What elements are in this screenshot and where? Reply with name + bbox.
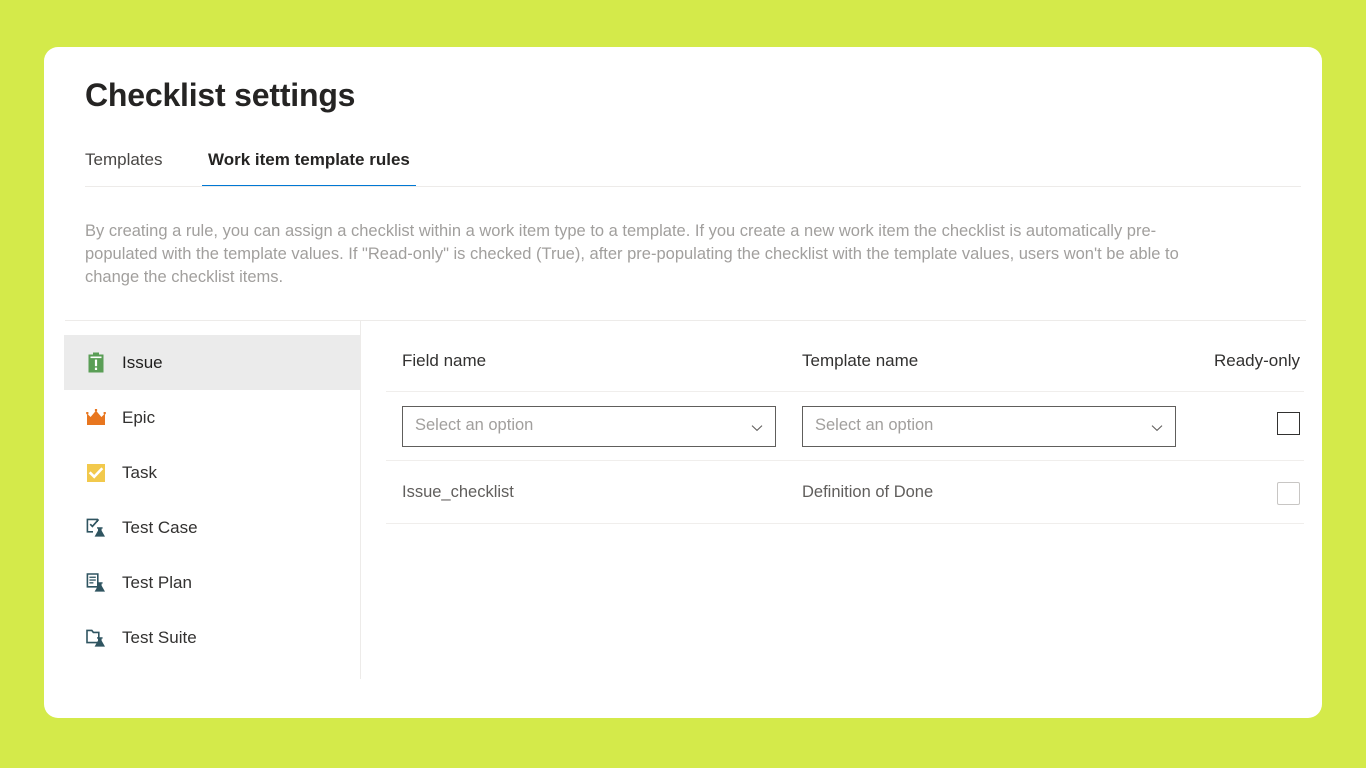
issue-clipboard-icon	[84, 351, 108, 375]
table-header-row: Field name Template name Ready-only	[386, 335, 1304, 391]
column-header-template-name: Template name	[802, 351, 918, 371]
tab-work-item-template-rules[interactable]: Work item template rules	[202, 143, 416, 187]
table-row: Issue_checklist Definition of Done	[386, 461, 1304, 523]
sidebar-item-test-case[interactable]: Test Case	[64, 500, 360, 555]
sidebar-item-epic[interactable]: Epic	[64, 390, 360, 445]
sidebar-item-test-plan[interactable]: Test Plan	[64, 555, 360, 610]
sidebar-item-issue-label: Issue	[122, 353, 163, 373]
crown-icon	[84, 406, 108, 430]
sidebar-item-test-case-label: Test Case	[122, 518, 198, 538]
cell-template-name: Definition of Done	[802, 483, 933, 502]
ready-only-checkbox-row[interactable]	[1277, 482, 1300, 505]
test-suite-icon	[84, 626, 108, 650]
sidebar-item-test-suite[interactable]: Test Suite	[64, 610, 360, 665]
page-title: Checklist settings	[85, 77, 355, 114]
tab-templates-label: Templates	[85, 150, 162, 169]
cell-field-name: Issue_checklist	[402, 483, 514, 502]
chevron-down-icon	[749, 420, 765, 436]
sidebar-item-test-suite-label: Test Suite	[122, 628, 197, 648]
tab-work-item-template-rules-label: Work item template rules	[208, 150, 410, 169]
description-text: By creating a rule, you can assign a che…	[85, 220, 1227, 289]
tab-strip: Templates Work item template rules	[44, 143, 1322, 187]
table-new-rule-row: Select an option Select an option	[386, 392, 1304, 460]
sidebar-item-epic-label: Epic	[122, 408, 155, 428]
column-header-ready-only: Ready-only	[1214, 351, 1300, 371]
table-row-divider	[386, 523, 1304, 524]
column-header-field-name: Field name	[402, 351, 486, 371]
ready-only-checkbox[interactable]	[1277, 412, 1300, 435]
settings-card: Checklist settings Templates Work item t…	[44, 47, 1322, 718]
test-plan-icon	[84, 571, 108, 595]
sidebar-item-task[interactable]: Task	[64, 445, 360, 500]
tab-templates[interactable]: Templates	[79, 143, 168, 187]
sidebar-item-issue[interactable]: Issue	[64, 335, 360, 390]
test-case-icon	[84, 516, 108, 540]
field-name-select-value: Select an option	[415, 416, 533, 435]
content-top-divider	[65, 320, 1306, 321]
tab-strip-divider	[85, 186, 1301, 187]
chevron-down-icon	[1149, 420, 1165, 436]
template-name-select[interactable]: Select an option	[802, 406, 1176, 447]
work-item-type-list: Issue Epic Task Test Case	[64, 335, 360, 665]
sidebar-item-task-label: Task	[122, 463, 157, 483]
field-name-select[interactable]: Select an option	[402, 406, 776, 447]
sidebar-divider	[360, 321, 361, 679]
task-check-icon	[84, 461, 108, 485]
rules-table: Field name Template name Ready-only Sele…	[386, 335, 1304, 524]
sidebar-item-test-plan-label: Test Plan	[122, 573, 192, 593]
template-name-select-value: Select an option	[815, 416, 933, 435]
